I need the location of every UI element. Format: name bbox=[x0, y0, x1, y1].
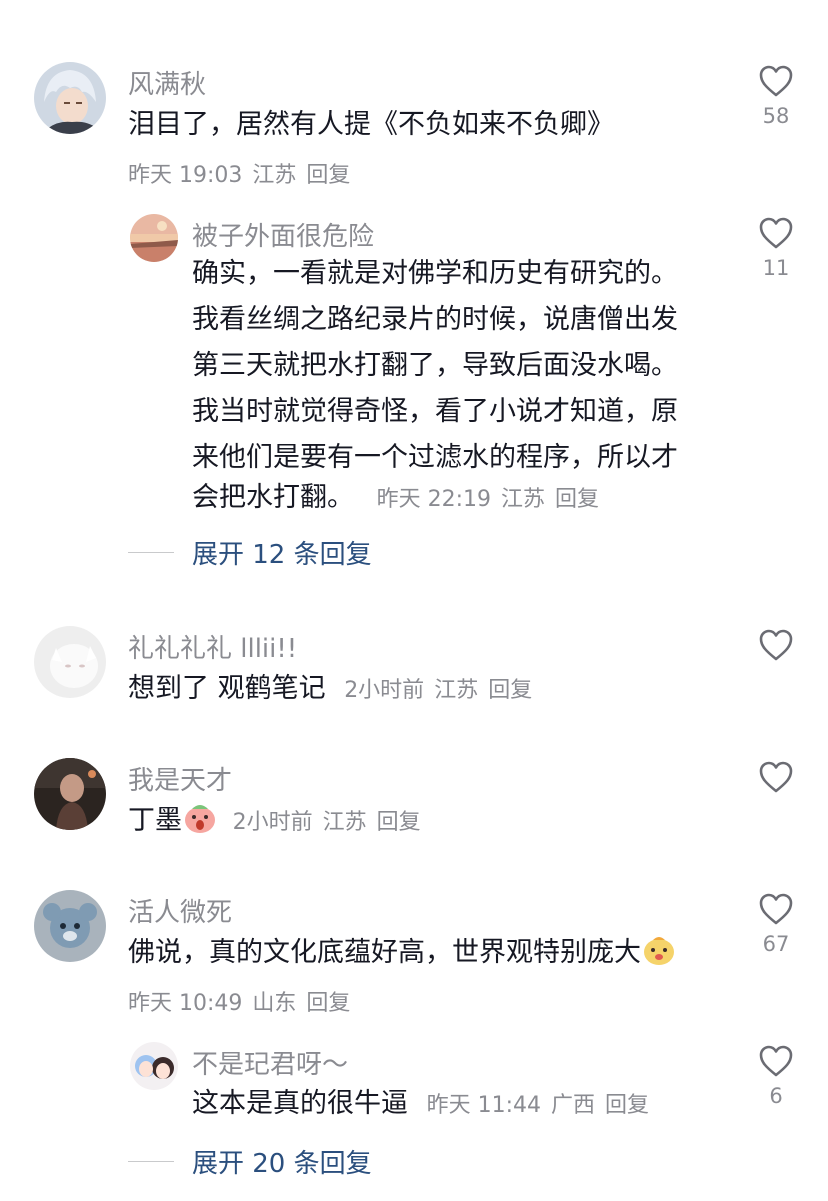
comment-text: 佛说，真的文化底蕴好高，世界观特别庞大 bbox=[128, 930, 677, 982]
reply-button[interactable]: 回复 bbox=[377, 810, 421, 835]
comment-text-content: 丁墨 bbox=[128, 805, 182, 836]
heart-outline-icon bbox=[759, 65, 793, 97]
reply-username[interactable]: 被子外面很危险 bbox=[192, 216, 374, 253]
avatar[interactable] bbox=[34, 758, 106, 830]
heart-outline-icon bbox=[759, 1045, 793, 1077]
reply-time: 昨天 11:44 bbox=[426, 1093, 541, 1118]
comment-username[interactable]: 风满秋 bbox=[128, 64, 206, 101]
expand-replies-button[interactable]: 展开 12 条回复 bbox=[128, 534, 372, 571]
like-count: 58 bbox=[762, 104, 790, 128]
reply-text-last: 会把水打翻。 bbox=[192, 482, 354, 513]
reply-meta: 昨天 22:19 江苏 回复 bbox=[377, 487, 609, 512]
reply-location: 广西 bbox=[551, 1093, 596, 1118]
reply-meta: 昨天 11:44 广西 回复 bbox=[427, 1093, 659, 1118]
comment-location: 江苏 bbox=[322, 810, 367, 835]
like-count: 11 bbox=[762, 256, 790, 280]
comment-text: 泪目了，居然有人提《不负如来不负卿》 bbox=[128, 109, 614, 140]
comment-location: 山东 bbox=[252, 991, 297, 1016]
like-button[interactable]: 67 bbox=[754, 892, 798, 956]
comment-location: 江苏 bbox=[252, 163, 297, 188]
reply-button[interactable]: 回复 bbox=[306, 991, 350, 1016]
like-button[interactable] bbox=[754, 760, 798, 794]
expand-replies-label: 展开 12 条回复 bbox=[192, 540, 372, 570]
like-button[interactable]: 11 bbox=[754, 216, 798, 280]
comment-time: 2小时前 bbox=[344, 678, 425, 703]
heart-outline-icon bbox=[759, 761, 793, 793]
reply-button[interactable]: 回复 bbox=[605, 1093, 649, 1118]
heart-outline-icon bbox=[759, 893, 793, 925]
heart-outline-icon bbox=[759, 629, 793, 661]
emoji-happy-icon bbox=[641, 933, 677, 982]
reply-button[interactable]: 回复 bbox=[306, 163, 350, 188]
comment-meta: 昨天 19:03 江苏 回复 bbox=[128, 157, 360, 189]
comment-meta: 昨天 10:49 山东 回复 bbox=[128, 985, 360, 1017]
comment-meta: 2小时前 江苏 回复 bbox=[233, 810, 431, 835]
reply-time: 昨天 22:19 bbox=[376, 487, 491, 512]
avatar[interactable] bbox=[130, 1042, 178, 1090]
reply-text-line: 我当时就觉得奇怪，看了小说才知道，原 bbox=[192, 396, 678, 427]
reply-text-content: 这本是真的很牛逼 bbox=[192, 1088, 408, 1119]
like-count: 6 bbox=[769, 1084, 783, 1108]
avatar[interactable] bbox=[34, 890, 106, 962]
like-button[interactable]: 6 bbox=[754, 1044, 798, 1108]
comment-time: 2小时前 bbox=[232, 810, 313, 835]
avatar[interactable] bbox=[34, 62, 106, 134]
comment-username[interactable]: 我是天才 bbox=[128, 760, 232, 797]
comment-time: 昨天 10:49 bbox=[128, 991, 243, 1016]
comment-time: 昨天 19:03 bbox=[128, 163, 243, 188]
reply-button[interactable]: 回复 bbox=[488, 678, 532, 703]
comment-text: 丁墨 2小时前 江苏 回复 bbox=[128, 798, 431, 850]
comment-location: 江苏 bbox=[434, 678, 479, 703]
comment-text-content: 想到了 观鹤笔记 bbox=[128, 673, 326, 704]
divider-line bbox=[128, 552, 174, 553]
comment-username[interactable]: 礼礼礼礼 lllii!! bbox=[128, 628, 297, 665]
avatar[interactable] bbox=[34, 626, 106, 698]
reply-text: 这本是真的很牛逼 昨天 11:44 广西 回复 bbox=[192, 1081, 659, 1129]
like-count: 67 bbox=[762, 932, 790, 956]
comment-username[interactable]: 活人微死 bbox=[128, 892, 232, 929]
like-button[interactable] bbox=[754, 628, 798, 662]
heart-outline-icon bbox=[759, 217, 793, 249]
reply-text-line: 我看丝绸之路纪录片的时候，说唐僧出发 bbox=[192, 304, 678, 335]
divider-line bbox=[128, 1161, 174, 1162]
reply-text-line: 会把水打翻。 昨天 22:19 江苏 回复 bbox=[192, 475, 609, 523]
avatar[interactable] bbox=[130, 214, 178, 262]
reply-text-line: 确实，一看就是对佛学和历史有研究的。 bbox=[192, 258, 678, 289]
expand-replies-button[interactable]: 展开 20 条回复 bbox=[128, 1143, 372, 1180]
like-button[interactable]: 58 bbox=[754, 64, 798, 128]
reply-button[interactable]: 回复 bbox=[555, 487, 599, 512]
emoji-surprised-icon bbox=[182, 801, 218, 850]
reply-location: 江苏 bbox=[501, 487, 546, 512]
comment-meta: 2小时前 江苏 回复 bbox=[344, 678, 542, 703]
comment-text: 想到了 观鹤笔记 2小时前 江苏 回复 bbox=[128, 666, 542, 714]
comment-text-content: 佛说，真的文化底蕴好高，世界观特别庞大 bbox=[128, 937, 641, 968]
expand-replies-label: 展开 20 条回复 bbox=[192, 1149, 372, 1179]
reply-username[interactable]: 不是玘君呀～ bbox=[192, 1044, 348, 1081]
reply-text-line: 第三天就把水打翻了，导致后面没水喝。 bbox=[192, 350, 678, 381]
